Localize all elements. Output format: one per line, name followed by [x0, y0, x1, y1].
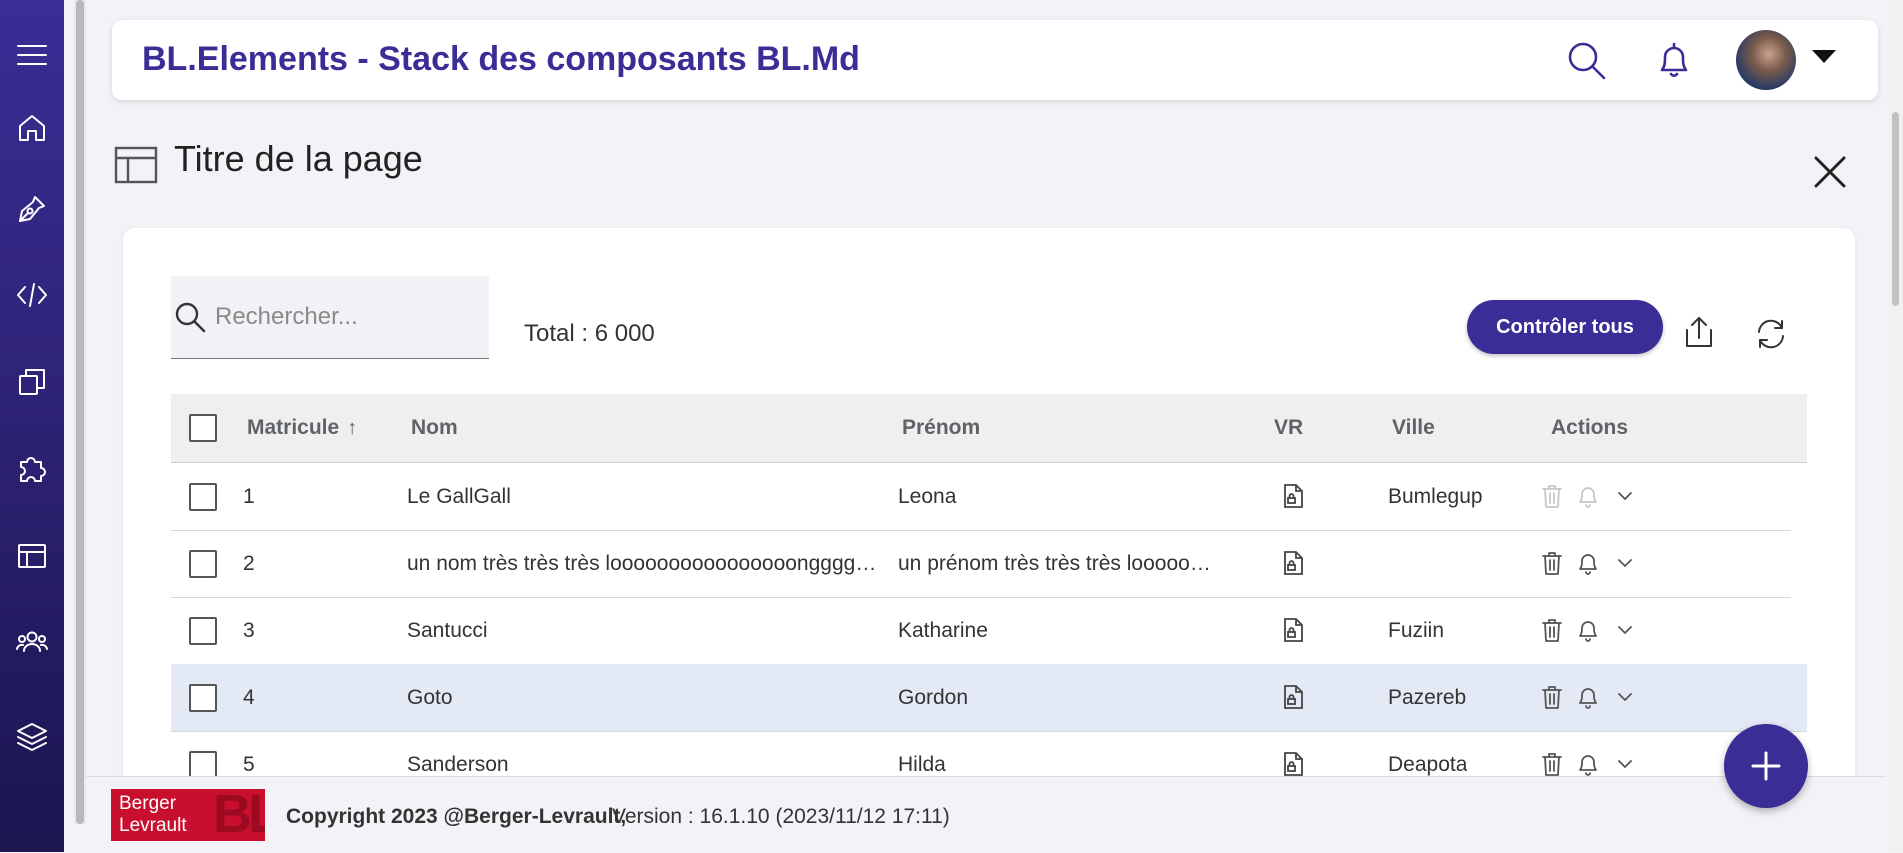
app-header: BL.Elements - Stack des composants BL.Md [112, 20, 1878, 100]
table-header: Matricule ↑ Nom Prénom VR Ville Actions [171, 394, 1807, 463]
trash-icon[interactable] [1540, 751, 1564, 777]
cell-nom: Santucci [407, 619, 488, 642]
cell-prenom: Katharine [898, 619, 988, 642]
document-icon[interactable] [1281, 483, 1305, 509]
table-card: Total : 6 000 Contrôler tous Matricule ↑ … [123, 228, 1855, 852]
trash-icon[interactable] [1540, 483, 1564, 509]
column-header-matricule-label: Matricule [247, 416, 340, 439]
cell-nom: un nom très très très loooooooooooooooon… [407, 552, 877, 575]
pen-icon[interactable] [12, 189, 52, 229]
column-header-nom[interactable]: Nom [411, 416, 458, 440]
document-icon[interactable] [1281, 684, 1305, 710]
footer: BL Berger Levrault Copyright 2023 @Berge… [86, 776, 1886, 853]
bell-icon[interactable] [1576, 550, 1600, 576]
cell-nom: Sanderson [407, 753, 509, 776]
bell-icon[interactable] [1652, 38, 1696, 82]
users-icon[interactable] [12, 622, 52, 662]
puzzle-icon[interactable] [12, 449, 52, 489]
cell-ville: Fuziin [1388, 619, 1445, 642]
export-icon[interactable] [1679, 312, 1719, 352]
layout-icon[interactable] [12, 536, 52, 576]
cell-prenom: Leona [898, 485, 957, 508]
row-checkbox[interactable] [189, 684, 217, 712]
layout-icon [114, 146, 158, 184]
cell-ville: Bumlegup [1388, 485, 1483, 508]
logo-line1: Berger [119, 793, 177, 814]
select-all-checkbox[interactable] [189, 414, 217, 442]
cell-matricule: 3 [243, 619, 255, 642]
column-header-matricule[interactable]: Matricule ↑ [247, 416, 357, 440]
search-icon[interactable] [1564, 38, 1608, 82]
cell-ville: Deapota [1388, 753, 1468, 776]
sidebar-scrollbar[interactable] [74, 0, 86, 824]
code-icon[interactable] [12, 275, 52, 315]
copy-icon[interactable] [12, 362, 52, 402]
bell-icon[interactable] [1576, 483, 1600, 509]
cell-prenom: un prénom très très très looooooooooong [898, 552, 1218, 575]
sidebar [0, 0, 64, 852]
copyright-text: Copyright 2023 @Berger-Levrault, [286, 805, 627, 828]
cell-ville: Pazereb [1388, 686, 1467, 709]
document-icon[interactable] [1281, 617, 1305, 643]
row-checkbox[interactable] [189, 550, 217, 578]
bell-icon[interactable] [1576, 617, 1600, 643]
berger-levrault-logo: BL Berger Levrault [111, 789, 265, 841]
document-icon[interactable] [1281, 751, 1305, 777]
chevron-down-icon[interactable] [1613, 550, 1637, 576]
add-button[interactable] [1724, 724, 1808, 808]
chevron-down-icon[interactable] [1613, 617, 1637, 643]
menu-icon[interactable] [12, 35, 52, 75]
column-header-ville[interactable]: Ville [1392, 416, 1435, 440]
trash-icon[interactable] [1540, 550, 1564, 576]
table-row[interactable]: 1 Le GallGall Leona Bumlegup [171, 463, 1791, 531]
chevron-down-icon[interactable] [1613, 751, 1637, 777]
search-input[interactable] [213, 294, 477, 340]
trash-icon[interactable] [1540, 684, 1564, 710]
column-header-prenom[interactable]: Prénom [902, 416, 980, 440]
logo-line2: Levrault [119, 815, 187, 836]
cell-nom: Goto [407, 686, 453, 709]
table-row[interactable]: 2 un nom très très très looooooooooooooo… [171, 530, 1791, 598]
search-icon [175, 302, 206, 333]
refresh-icon[interactable] [1751, 314, 1791, 354]
table-row[interactable]: 3 Santucci Katharine Fuziin [171, 597, 1791, 665]
avatar[interactable] [1736, 30, 1796, 90]
sort-ascending-icon[interactable]: ↑ [347, 417, 357, 440]
logo-mark: BL [213, 789, 265, 841]
search-field[interactable] [171, 276, 489, 359]
version-text: Version : 16.1.10 (2023/11/12 17:11) [612, 805, 950, 828]
chevron-down-icon[interactable] [1812, 50, 1836, 63]
cell-matricule: 5 [243, 753, 255, 776]
table-row-selected[interactable]: 4 Goto Gordon Pazereb [171, 664, 1807, 732]
page-scrollbar[interactable] [1888, 0, 1903, 852]
home-icon[interactable] [12, 108, 52, 148]
cell-matricule: 1 [243, 485, 255, 508]
cell-matricule: 2 [243, 552, 255, 575]
document-icon[interactable] [1281, 550, 1305, 576]
layers-icon[interactable] [12, 717, 52, 757]
total-count: Total : 6 000 [524, 320, 655, 347]
chevron-down-icon[interactable] [1613, 684, 1637, 710]
control-all-button[interactable]: Contrôler tous [1467, 300, 1663, 354]
cell-nom: Le GallGall [407, 485, 511, 508]
cell-prenom: Gordon [898, 686, 969, 709]
cell-matricule: 4 [243, 686, 255, 709]
page-title: Titre de la page [174, 138, 423, 179]
column-header-actions: Actions [1551, 416, 1629, 439]
bell-icon[interactable] [1576, 684, 1600, 710]
trash-icon[interactable] [1540, 617, 1564, 643]
chevron-down-icon[interactable] [1613, 483, 1637, 509]
row-checkbox[interactable] [189, 751, 217, 779]
column-header-vr[interactable]: VR [1274, 416, 1303, 440]
row-checkbox[interactable] [189, 483, 217, 511]
app-title: BL.Elements - Stack des composants BL.Md [142, 40, 860, 78]
plus-icon [1751, 751, 1781, 781]
cell-prenom: Hilda [898, 753, 946, 776]
close-icon[interactable] [1812, 154, 1848, 190]
row-checkbox[interactable] [189, 617, 217, 645]
bell-icon[interactable] [1576, 751, 1600, 777]
